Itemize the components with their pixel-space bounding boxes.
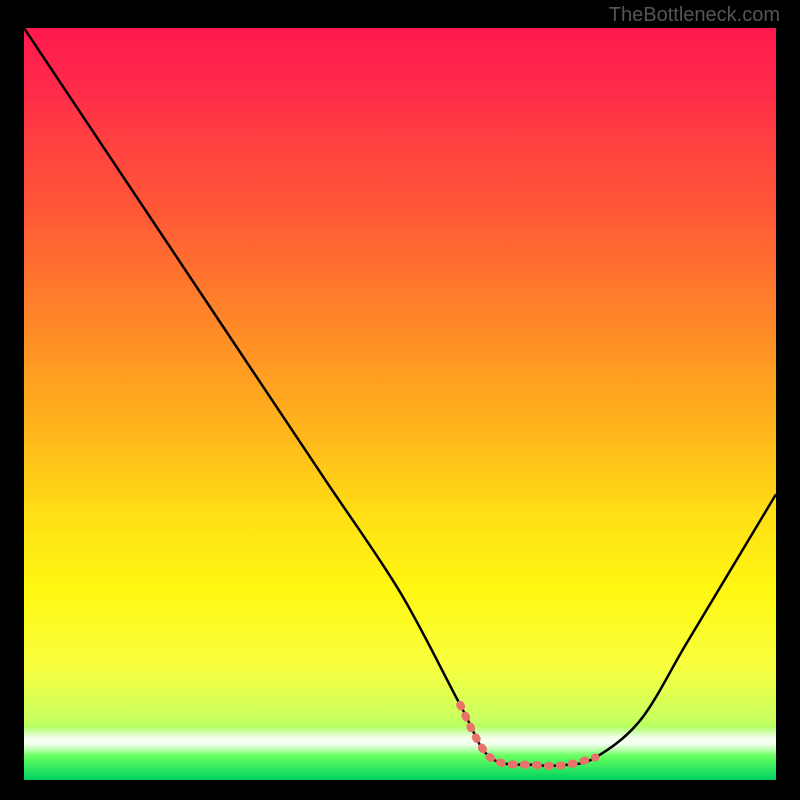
plot-area	[24, 28, 776, 780]
bottleneck-curve-path	[24, 28, 776, 766]
watermark-text: TheBottleneck.com	[609, 4, 780, 27]
curve-svg	[24, 28, 776, 780]
highlight-segment-path	[460, 705, 595, 766]
